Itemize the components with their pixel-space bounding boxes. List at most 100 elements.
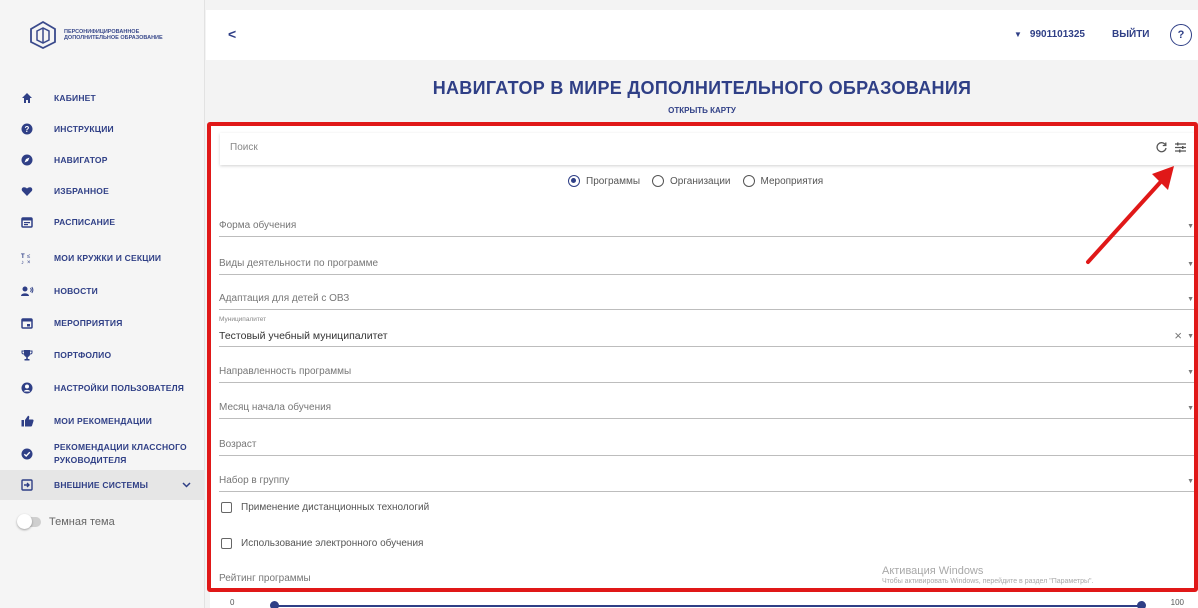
sidebar-item-label: МОИ РЕКОМЕНДАЦИИ (54, 415, 153, 426)
municipality-caption: Муниципалитет (219, 316, 267, 323)
checkbox-box[interactable] (221, 502, 232, 513)
sidebar-item-events[interactable]: МЕРОПРИЯТИЯ (0, 308, 205, 338)
municipality-select[interactable]: Муниципалитет Тестовый учебный муниципал… (219, 316, 1196, 347)
age-field[interactable]: Возраст (219, 430, 1196, 456)
logout-button[interactable]: ВЫЙТИ (1112, 29, 1150, 40)
dropdown-arrow-icon: ▼ (1187, 296, 1194, 303)
logo[interactable]: Персонифицированное дополнительное образ… (28, 20, 164, 50)
svg-text:♪: ♪ (21, 260, 24, 264)
svg-text:?: ? (25, 125, 30, 134)
start-month-select[interactable]: Месяц начала обучения ▼ (219, 393, 1196, 419)
calendar-icon (20, 215, 34, 229)
radio-label: Мероприятия (760, 175, 824, 187)
radio-button-checked[interactable] (568, 175, 580, 187)
thumbs-up-icon (20, 414, 34, 428)
municipality-value: Тестовый учебный муниципалитет (219, 330, 388, 342)
toggle-knob[interactable] (17, 514, 32, 529)
direction-select[interactable]: Направленность программы ▼ (219, 357, 1196, 383)
rating-slider[interactable]: 0 100 (219, 598, 1196, 608)
checkbox-label: Применение дистанционных технологий (241, 502, 430, 513)
dropdown-arrow-icon: ▼ (1187, 333, 1194, 340)
sidebar-item-my-recommendations[interactable]: МОИ РЕКОМЕНДАЦИИ (0, 406, 205, 436)
trophy-icon (20, 348, 34, 362)
sidebar-item-label: НОВОСТИ (54, 285, 98, 296)
compass-icon (20, 153, 34, 167)
dropdown-arrow-icon: ▼ (1187, 261, 1194, 268)
elearning-checkbox[interactable]: Использование электронного обучения (221, 538, 423, 549)
adaptation-label: Адаптация для детей с ОВЗ (219, 293, 350, 304)
sidebar-item-label: РАСПИСАНИЕ (54, 216, 116, 227)
sidebar-item-teacher-recommendations[interactable]: РЕКОМЕНДАЦИИ КЛАССНОГО РУКОВОДИТЕЛЯ (0, 437, 205, 471)
sidebar-item-label: НАВИГАТОР (54, 154, 108, 165)
caret-down-icon: ▼ (1014, 30, 1022, 39)
checkbox-box[interactable] (221, 538, 232, 549)
sidebar-item-label: ПОРТФОЛИО (54, 349, 112, 360)
activities-select[interactable]: Виды деятельности по программе ▼ (219, 249, 1196, 275)
sidebar-item-label: МОИ КРУЖКИ И СЕКЦИИ (54, 252, 162, 263)
adaptation-select[interactable]: Адаптация для детей с ОВЗ ▼ (219, 284, 1196, 310)
heart-icon (20, 184, 34, 198)
radio-organizations[interactable]: Организации (652, 175, 731, 187)
slider-max-label: 100 (1170, 598, 1184, 607)
watermark-title: Активация Windows (882, 565, 984, 577)
home-icon (20, 91, 34, 105)
filter-settings-icon[interactable] (1174, 141, 1187, 159)
sidebar: Персонифицированное дополнительное образ… (0, 0, 205, 608)
toggle-track[interactable] (17, 514, 41, 529)
radio-programs[interactable]: Программы (568, 175, 640, 187)
direction-label: Направленность программы (219, 366, 352, 377)
clear-icon[interactable]: × (1174, 328, 1182, 343)
search-actions (1155, 141, 1187, 159)
dark-theme-toggle[interactable]: Темная тема (17, 514, 115, 529)
sidebar-item-clubs[interactable]: T ≤ ♪ × МОИ КРУЖКИ И СЕКЦИИ (0, 243, 205, 273)
sidebar-item-external-systems[interactable]: ВНЕШНИЕ СИСТЕМЫ (0, 470, 205, 500)
dropdown-arrow-icon: ▼ (1187, 223, 1194, 230)
sidebar-item-label: ИЗБРАННОЕ (54, 185, 109, 196)
search-type-radio-group: Программы Организации Мероприятия (568, 175, 835, 187)
start-month-label: Месяц начала обучения (219, 402, 332, 413)
windows-activation-watermark: Активация Windows Чтобы активировать Win… (882, 565, 1093, 585)
dropdown-arrow-icon: ▼ (1187, 369, 1194, 376)
logo-icon (30, 20, 56, 50)
radio-label: Программы (586, 175, 641, 187)
form-label: Форма обучения (219, 220, 297, 231)
watermark-text: Чтобы активировать Windows, перейдите в … (882, 578, 1094, 585)
dropdown-arrow-icon: ▼ (1187, 478, 1194, 485)
account-menu[interactable]: ▼ 9901101325 (1014, 29, 1085, 40)
search-input[interactable] (230, 142, 1080, 153)
user-settings-icon (20, 381, 34, 395)
age-label: Возраст (219, 439, 257, 450)
radio-button[interactable] (652, 175, 665, 187)
open-map-link[interactable]: ОТКРЫТЬ КАРТУ (206, 106, 1198, 115)
radio-button[interactable] (742, 175, 755, 187)
sidebar-item-user-settings[interactable]: НАСТРОЙКИ ПОЛЬЗОВАТЕЛЯ (0, 373, 205, 403)
sidebar-item-cabinet[interactable]: КАБИНЕТ (0, 83, 205, 113)
page-title: НАВИГАТОР В МИРЕ ДОПОЛНИТЕЛЬНОГО ОБРАЗОВ… (432, 78, 972, 98)
search-bar (220, 133, 1195, 165)
sidebar-item-portfolio[interactable]: ПОРТФОЛИО (0, 340, 205, 370)
sidebar-item-instructions[interactable]: ? ИНСТРУКЦИИ (0, 114, 205, 144)
sidebar-item-navigator[interactable]: НАВИГАТОР (0, 145, 205, 175)
radio-events[interactable]: Мероприятия (742, 175, 824, 187)
form-select[interactable]: Форма обучения ▼ (219, 211, 1196, 237)
slider-track[interactable] (274, 605, 1144, 607)
news-icon (20, 284, 34, 298)
sidebar-item-label: НАСТРОЙКИ ПОЛЬЗОВАТЕЛЯ (54, 382, 185, 393)
sidebar-item-label: ВНЕШНИЕ СИСТЕМЫ (54, 479, 149, 490)
enrollment-select[interactable]: Набор в группу ▼ (219, 466, 1196, 492)
slider-handle-min[interactable] (270, 601, 279, 608)
activities-label: Виды деятельности по программе (219, 258, 379, 269)
back-button[interactable]: < (228, 26, 236, 42)
sidebar-item-news[interactable]: НОВОСТИ (0, 276, 205, 306)
sidebar-item-favorites[interactable]: ИЗБРАННОЕ (0, 176, 205, 206)
logo-text: Персонифицированное дополнительное образ… (64, 28, 163, 42)
help-button[interactable]: ? (1170, 24, 1192, 46)
refresh-icon[interactable] (1155, 141, 1168, 159)
distance-tech-checkbox[interactable]: Применение дистанционных технологий (221, 502, 429, 513)
sidebar-item-schedule[interactable]: РАСПИСАНИЕ (0, 207, 205, 237)
chevron-down-icon (182, 480, 191, 491)
svg-text:×: × (27, 260, 31, 264)
check-circle-icon (20, 447, 34, 461)
help-circle-icon: ? (20, 122, 34, 136)
slider-handle-max[interactable] (1137, 601, 1146, 608)
